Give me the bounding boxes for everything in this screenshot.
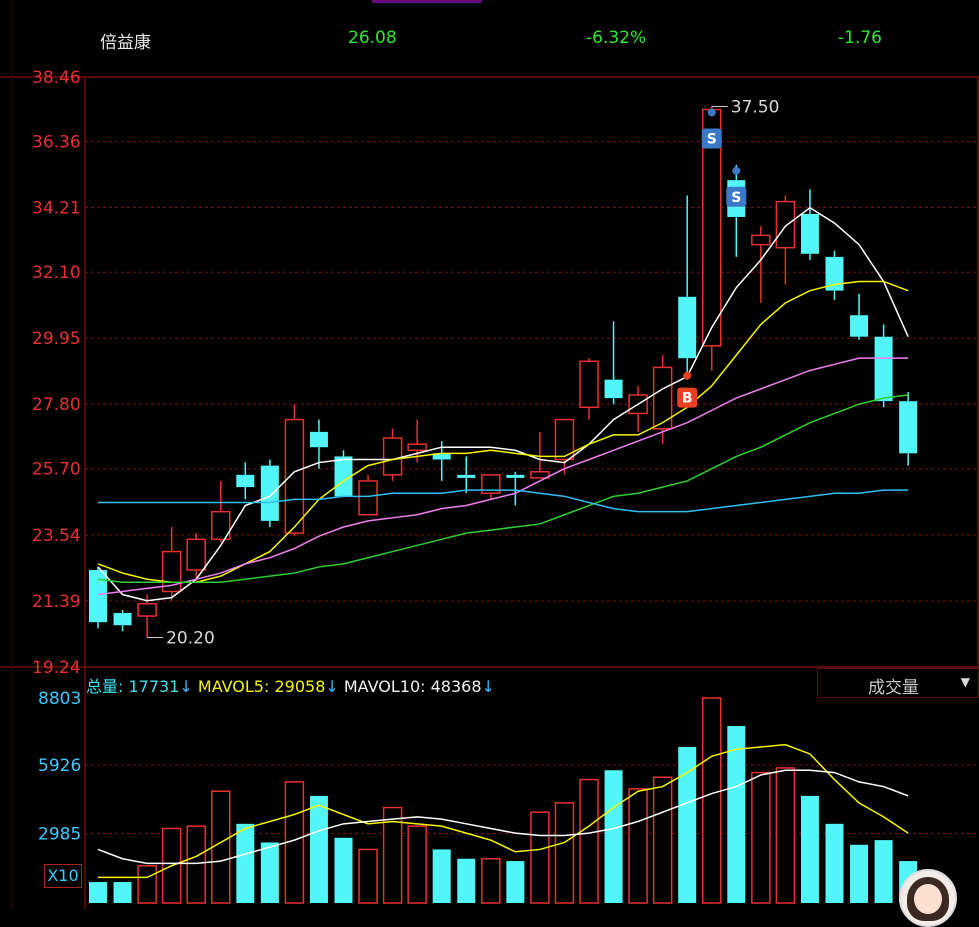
price-tick-label: 38.46 <box>32 68 81 88</box>
volume-bar-down <box>89 882 107 903</box>
total-volume-label: 总量: <box>86 677 124 696</box>
volume-bar-up <box>775 767 796 904</box>
volume-bar-up <box>358 848 378 904</box>
buy-signal-letter: B <box>682 391 693 407</box>
candle-down <box>89 569 107 623</box>
assistant-avatar[interactable] <box>899 869 957 927</box>
down-arrow-icon: ↓ <box>481 677 495 696</box>
sell-dot <box>732 166 741 175</box>
mavol10-value: 48368 <box>430 677 482 696</box>
volume-bar-down <box>309 795 328 903</box>
candle-up <box>407 443 427 452</box>
price-tick-label: 23.54 <box>32 526 81 546</box>
volume-bar-down <box>506 861 525 903</box>
volume-legend: 总量: 17731↓ MAVOL5: 29058↓ MAVOL10: 48368… <box>86 673 495 697</box>
volume-bar-down <box>432 849 451 903</box>
volume-bar-down <box>236 823 255 903</box>
candle-down <box>874 336 893 402</box>
caret-down-icon: ▼ <box>960 675 970 689</box>
candle-down <box>457 474 476 478</box>
volume-bar-up <box>137 864 157 904</box>
candle-down <box>260 465 279 521</box>
volume-tick-label: 5926 <box>38 756 81 776</box>
volume-tick-label: 2985 <box>38 824 81 844</box>
price-tick-label: 29.95 <box>32 329 81 349</box>
buy-dot <box>683 371 692 380</box>
volume-bar-up <box>186 825 206 904</box>
candle-down <box>604 379 623 399</box>
ma20-line <box>97 357 909 596</box>
volume-bar-up <box>554 802 575 904</box>
candle-up <box>751 234 771 246</box>
price-tick-label: 32.10 <box>32 263 81 283</box>
total-volume-value: 17731 <box>128 677 180 696</box>
candle-down <box>113 612 132 626</box>
candle-up <box>358 480 378 516</box>
volume-bar-up <box>481 858 501 904</box>
candle-down <box>800 213 819 254</box>
mavol10-label: MAVOL10: <box>343 677 426 696</box>
candle-up <box>382 437 403 476</box>
price-tick-label: 19.24 <box>32 658 81 678</box>
candle-up <box>579 360 599 409</box>
candle-down <box>678 296 697 359</box>
avatar-face <box>914 884 942 914</box>
price-panel-border <box>84 76 979 668</box>
price-tick-label: 36.36 <box>32 132 81 152</box>
volume-bar-down <box>113 882 132 903</box>
volume-bar-down <box>604 770 623 903</box>
price-tick-label: 21.39 <box>32 592 81 612</box>
price-tick-label: 34.21 <box>32 198 81 218</box>
candle-down <box>850 315 869 337</box>
volume-bar-up <box>407 825 427 904</box>
volume-bar-up <box>702 697 722 904</box>
volume-bar-up <box>628 788 648 904</box>
down-arrow-icon: ↓ <box>325 677 339 696</box>
volume-bar-down <box>850 844 869 903</box>
candle-down <box>309 431 328 448</box>
candle-up <box>775 200 796 249</box>
volume-multiplier: X10 <box>44 864 82 888</box>
volume-bar-up <box>652 776 673 904</box>
volume-bar-down <box>727 726 746 903</box>
ma30-line <box>97 394 909 584</box>
price-tick-label: 25.70 <box>32 460 81 480</box>
volume-bar-down <box>825 823 844 903</box>
high-price-label: 37.50 <box>731 97 780 117</box>
kline-chart[interactable]: 38.46 36.36 34.21 32.10 29.95 27.80 25.70 23.54… <box>0 0 979 909</box>
indicator-dropdown[interactable]: 成交量 ▼ <box>817 668 979 698</box>
volume-bar-up <box>579 778 599 904</box>
volume-tick-label: 8803 <box>38 689 81 709</box>
volume-bar-down <box>678 746 697 903</box>
volume-bar-up <box>211 790 231 904</box>
candle-down <box>899 401 918 454</box>
sell-signal-letter: S <box>731 190 741 206</box>
volume-bar-down <box>260 842 279 903</box>
candle-up <box>137 603 157 617</box>
sell-dot <box>707 108 716 117</box>
candle-down <box>506 474 525 478</box>
volume-bar-up <box>530 811 550 904</box>
volume-bar-down <box>334 837 353 903</box>
volume-bar-down <box>874 840 893 903</box>
candle-up <box>284 418 305 534</box>
candle-up <box>530 471 550 479</box>
candle-down <box>236 474 255 488</box>
volume-bar-down <box>800 795 819 903</box>
ma60-line <box>98 489 909 513</box>
candle-up <box>186 538 206 571</box>
mavol5-value: 29058 <box>274 677 326 696</box>
down-arrow-icon: ↓ <box>179 677 193 696</box>
price-tick-label: 27.80 <box>32 395 81 415</box>
volume-bar-up <box>751 771 771 904</box>
sell-signal-letter: S <box>707 131 717 147</box>
volume-bar-down <box>457 858 476 903</box>
low-price-label: 20.20 <box>166 629 215 649</box>
indicator-dropdown-label: 成交量 <box>868 678 919 698</box>
mavol5-label: MAVOL5: <box>197 677 270 696</box>
